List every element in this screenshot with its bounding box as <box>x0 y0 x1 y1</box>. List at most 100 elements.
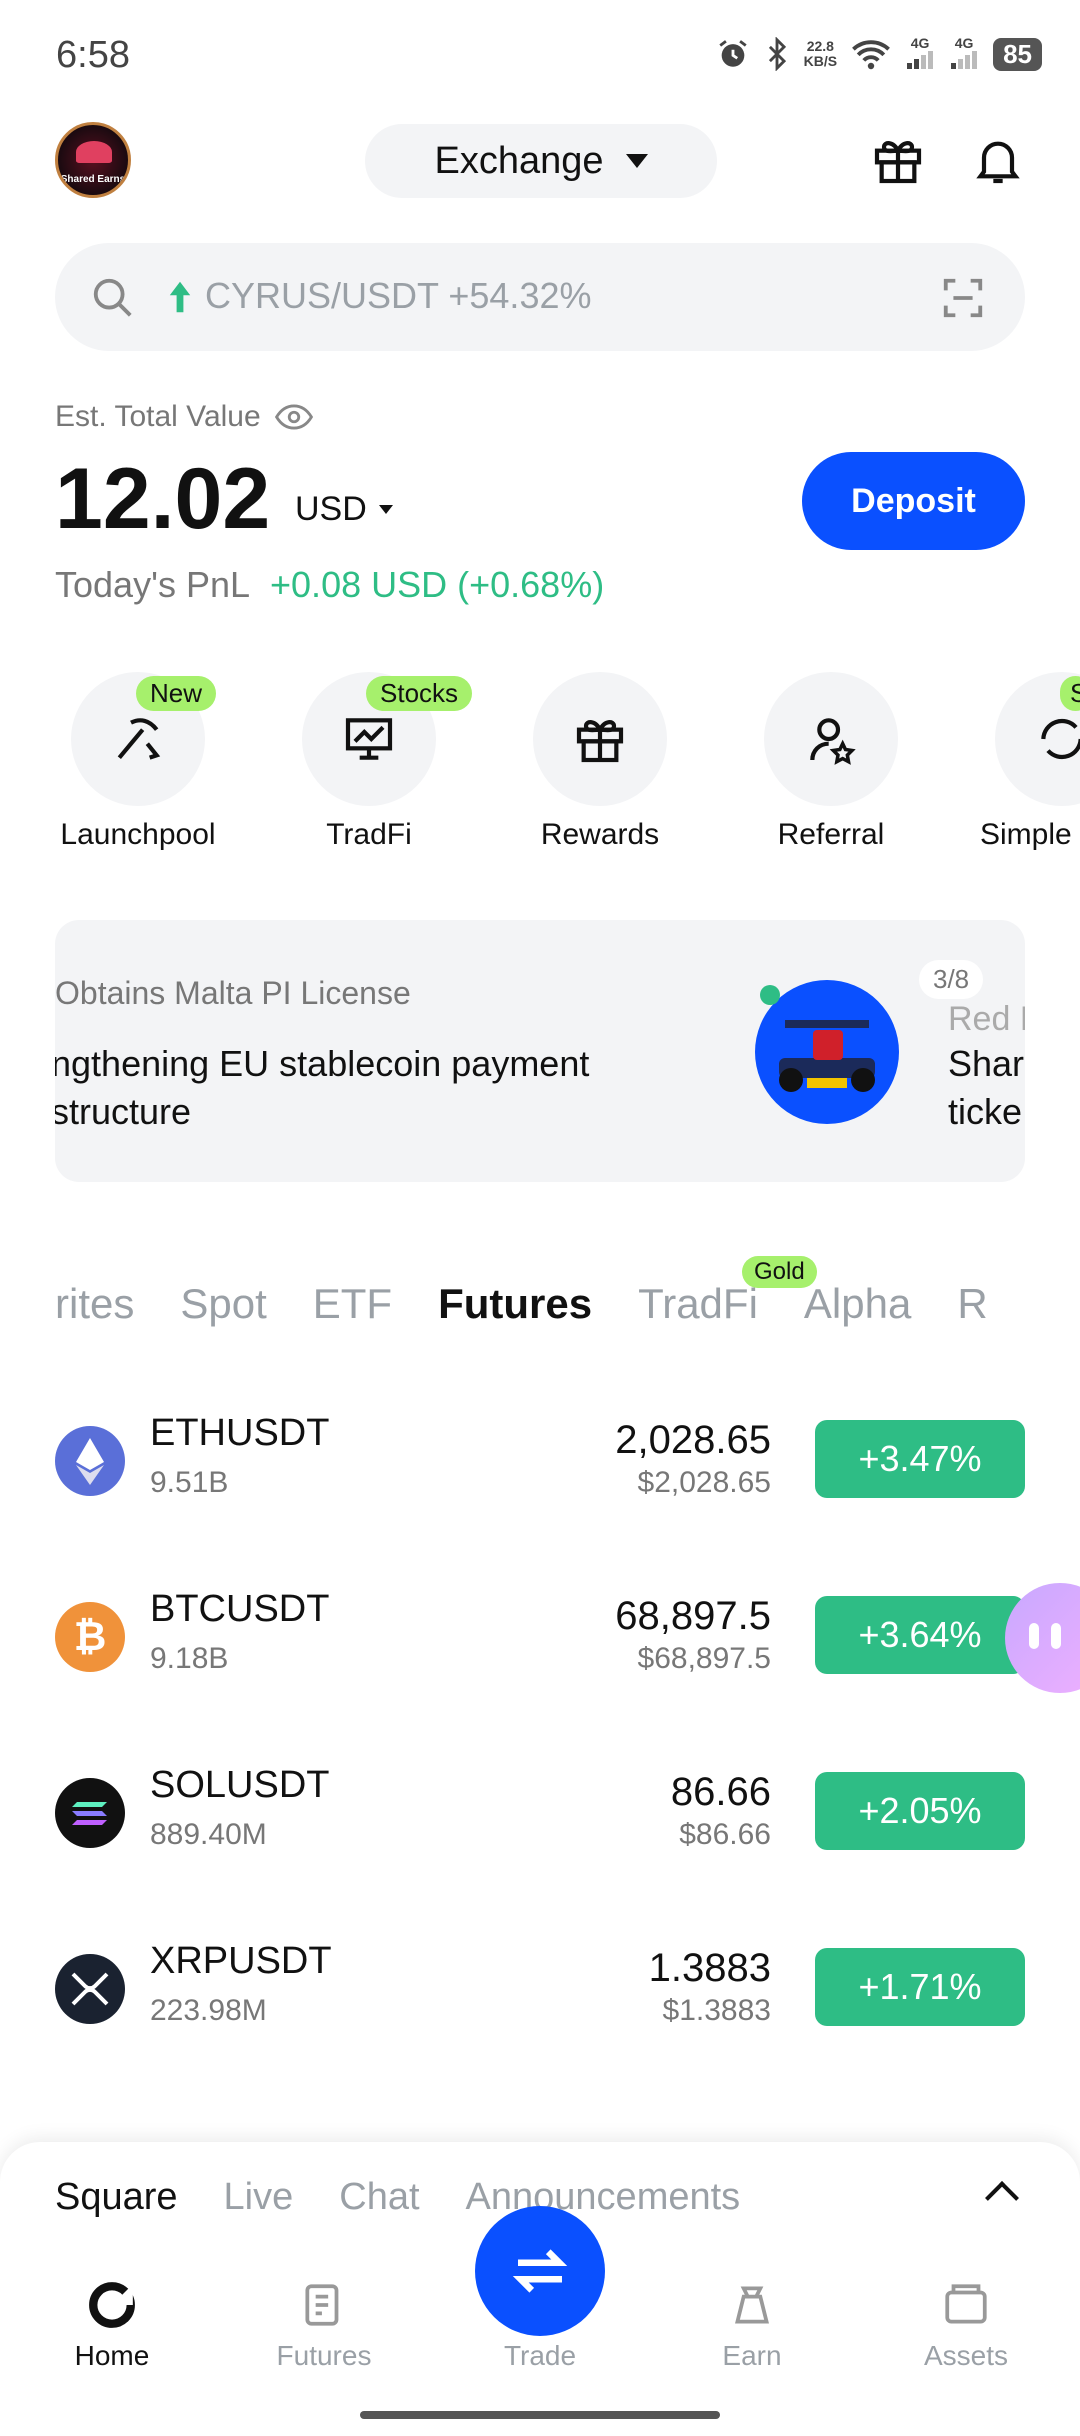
symbol: XRPUSDT <box>150 1940 332 1982</box>
price-usd: $1.3883 <box>662 1994 771 2027</box>
wifi-icon <box>852 40 890 70</box>
btc-icon: ₿ <box>55 1602 125 1672</box>
news-subtitle: Obtains Malta PI License <box>55 975 411 1011</box>
change-badge[interactable]: +1.71% <box>815 1948 1025 2026</box>
status-icons: 22.8 KB/S 4G 4G 85 <box>716 36 1042 72</box>
nav-assets[interactable]: Assets <box>866 2280 1066 2372</box>
market-row[interactable]: SOLUSDT 889.40M 86.66 $86.66 +2.05% <box>55 1762 1025 1882</box>
sol-icon <box>55 1778 125 1848</box>
news-carousel[interactable]: Obtains Malta PI License ngthening EU st… <box>55 920 1025 1182</box>
tab-futures[interactable]: Futures <box>438 1280 592 1340</box>
todays-pnl: Today's PnL +0.08 USD (+0.68%) <box>55 564 605 605</box>
symbol: BTCUSDT <box>150 1588 330 1630</box>
total-balance: 12.02 <box>55 451 271 547</box>
live-dot <box>760 985 780 1005</box>
trending-up-arrow-icon <box>169 281 191 313</box>
gift-icon[interactable] <box>870 132 926 188</box>
shortcut-referral[interactable] <box>764 672 898 806</box>
currency-selector[interactable]: USD <box>295 490 393 529</box>
change-badge[interactable]: +3.47% <box>815 1420 1025 1498</box>
nav-home[interactable]: Home <box>12 2280 212 2372</box>
price: 1.3883 <box>648 1946 771 1990</box>
pnl-value: +0.08 USD (+0.68%) <box>270 564 605 605</box>
tab-favorites[interactable]: rites <box>55 1280 134 1340</box>
badge-stocks: Stocks <box>366 676 473 711</box>
mode-switcher[interactable]: Exchange <box>365 124 717 198</box>
home-icon <box>89 2282 135 2328</box>
price-usd: $2,028.65 <box>637 1466 771 1499</box>
tab-live[interactable]: Live <box>224 2176 294 2219</box>
est-total-label: Est. Total Value <box>55 400 313 434</box>
eth-icon <box>55 1426 125 1496</box>
gift-icon <box>576 720 624 763</box>
avatar[interactable]: Shared Earns <box>55 122 131 198</box>
search-icon <box>93 278 132 317</box>
market-row[interactable]: XRPUSDT 223.98M 1.3883 $1.3883 +1.71% <box>55 1938 1025 2058</box>
price: 86.66 <box>670 1770 771 1814</box>
bell-icon[interactable] <box>970 132 1026 188</box>
tab-spot[interactable]: Spot <box>180 1280 266 1340</box>
tab-etf[interactable]: ETF <box>313 1280 392 1340</box>
scan-icon[interactable] <box>940 275 986 321</box>
signal-2: 4G <box>949 36 979 72</box>
xrp-icon <box>55 1954 125 2024</box>
shortcut-label-launchpool: Launchpool <box>60 818 216 851</box>
price-usd: $68,897.5 <box>637 1642 771 1675</box>
market-row[interactable]: ₿ BTCUSDT 9.18B 68,897.5 $68,897.5 +3.64… <box>55 1586 1025 1706</box>
pickaxe-icon <box>117 718 161 760</box>
price: 68,897.5 <box>615 1594 771 1638</box>
market-row[interactable]: ETHUSDT 9.51B 2,028.65 $2,028.65 +3.47% <box>55 1410 1025 1530</box>
alarm-icon <box>719 40 747 67</box>
deposit-button[interactable]: Deposit <box>802 452 1025 550</box>
battery-indicator: 85 <box>993 37 1042 71</box>
tab-chat[interactable]: Chat <box>339 2176 419 2219</box>
next-news-subtitle: Red B <box>948 1000 1025 1038</box>
tab-alpha[interactable]: Alpha <box>804 1280 911 1340</box>
bluetooth-icon <box>768 37 786 71</box>
badge-simple: S <box>1060 676 1080 711</box>
volume: 889.40M <box>150 1818 267 1851</box>
nav-trade[interactable]: Trade <box>440 2280 640 2372</box>
sheet-tabs: Square Live Chat Announcements <box>55 2176 740 2219</box>
symbol: SOLUSDT <box>150 1764 330 1806</box>
status-time: 6:58 <box>56 34 130 76</box>
price-usd: $86.66 <box>679 1818 771 1851</box>
nav-futures[interactable]: Futures <box>224 2280 424 2372</box>
badge-new: New <box>136 676 217 711</box>
shortcut-label-simple: Simple <box>980 818 1072 851</box>
volume: 9.18B <box>150 1642 229 1675</box>
shortcut-label-referral: Referral <box>777 818 885 851</box>
shortcut-label-rewards: Rewards <box>540 818 660 851</box>
signal-1: 4G <box>905 36 935 72</box>
eye-icon[interactable] <box>274 404 313 430</box>
carousel-counter: 3/8 <box>919 960 984 999</box>
tab-tradfi[interactable]: TradFi <box>638 1280 758 1340</box>
caret-down-icon <box>625 154 648 168</box>
mode-label: Exchange <box>434 139 604 182</box>
wallet-icon <box>945 2284 987 2324</box>
svg-text:₿: ₿ <box>74 1614 107 1660</box>
tab-more[interactable]: R <box>957 1280 987 1340</box>
avatar-logo-icon <box>76 141 112 163</box>
earn-icon <box>735 2286 769 2324</box>
tab-announcements[interactable]: Announcements <box>466 2176 741 2219</box>
volume: 223.98M <box>150 1994 267 2027</box>
home-indicator <box>360 2411 720 2419</box>
change-badge[interactable]: +2.05% <box>815 1772 1025 1850</box>
price: 2,028.65 <box>615 1418 771 1462</box>
chart-monitor-icon <box>345 718 393 760</box>
change-badge[interactable]: +3.64% <box>815 1596 1025 1674</box>
badge-gold: Gold <box>742 1256 817 1288</box>
volume: 9.51B <box>150 1466 229 1499</box>
news-title: ngthening EU stablecoin payment structur… <box>55 1043 590 1132</box>
symbol: ETHUSDT <box>150 1412 330 1454</box>
simple-earn-icon <box>1041 718 1080 760</box>
nav-earn[interactable]: Earn <box>652 2280 852 2372</box>
caret-down-icon <box>378 505 393 514</box>
market-tabs: rites Spot ETF Futures TradFi Alpha R <box>55 1280 1025 1340</box>
net-speed: 22.8 KB/S <box>803 38 838 69</box>
user-star-icon <box>810 718 856 765</box>
shortcut-rewards[interactable] <box>533 672 667 806</box>
tab-square[interactable]: Square <box>55 2176 178 2219</box>
search-placeholder: CYRUS/USDT +54.32% <box>205 275 592 316</box>
